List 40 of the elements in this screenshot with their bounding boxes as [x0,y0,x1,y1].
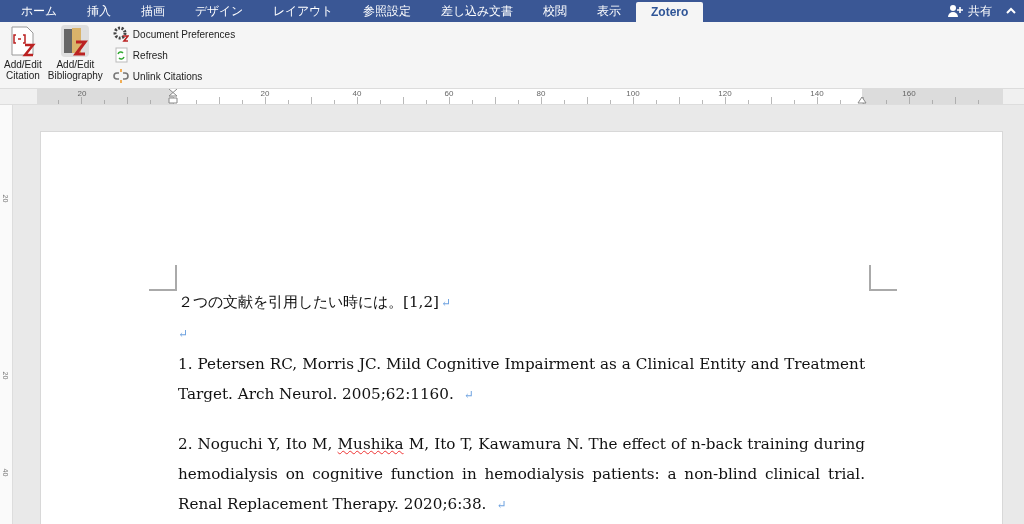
citation-document-icon [8,25,37,57]
ruler-number: 100 [626,89,640,100]
ruler-number: 140 [810,89,824,100]
ribbon-large-button[interactable]: Add/Edit Bibliography [45,25,105,81]
ribbon-button[interactable]: Refresh [112,46,236,64]
indent-marker-icon[interactable] [168,89,178,104]
indent-marker-icon[interactable] [857,96,867,104]
ribbon-tab[interactable]: 校閲 [528,0,582,22]
ribbon-large-button[interactable]: Add/Edit Citation [2,25,44,81]
ribbon-tab[interactable]: デザイン [180,0,258,22]
ruler-number: 20 [77,89,87,100]
ruler-number: 20 [260,89,270,100]
chevron-up-icon[interactable] [1006,7,1016,15]
crop-mark [869,265,897,291]
ruler-number: 60 [444,89,454,100]
ruler-number: 160 [902,89,916,100]
ruler-number: 120 [718,89,732,100]
paragraph: 2. Noguchi Y, Ito M, Mushika M, Ito T, Kawamura N. The effect of n-back training during hemodialysis on cognitive function in hemodialysis patients: a non-blind clinical trial. Renal Replacement Therapy. 2020;6:38. ↵ [178,434,865,515]
ribbon-button[interactable]: Document Preferences [112,25,236,43]
ribbon-tab[interactable]: 差し込み文書 [426,0,528,22]
paragraph: ２つの文献を引用したい時には。[1,2]↵ [178,292,453,313]
add-person-icon [948,5,964,17]
paragraph-mark: ↵ [178,327,189,341]
ribbon-tab[interactable]: 挿入 [72,0,126,22]
books-icon [61,25,90,57]
ribbon-tab[interactable]: 参照設定 [348,0,426,22]
paragraph: 1. Petersen RC, Morris JC. Mild Cognitive Impairment as a Clinical Entity and Treatment Target. Arch Neurol. 2005;62:1160. ↵ [178,354,865,405]
ribbon-tab[interactable]: ホーム [6,0,72,22]
broken-link-icon [112,68,129,84]
ruler-number: 80 [536,89,546,100]
ribbon-tab[interactable]: 描画 [126,0,180,22]
ribbon-tab[interactable]: レイアウト [258,0,348,22]
ribbon-tab[interactable]: Zotero [636,2,704,22]
gear-icon [112,26,129,42]
ribbon-button[interactable]: Unlink Citations [112,67,236,85]
ruler-number: 40 [352,89,362,100]
crop-mark [149,265,177,291]
ribbon-tab[interactable]: 表示 [582,0,636,22]
refresh-icon [112,47,129,63]
share-button[interactable]: 共有 [948,0,1024,22]
